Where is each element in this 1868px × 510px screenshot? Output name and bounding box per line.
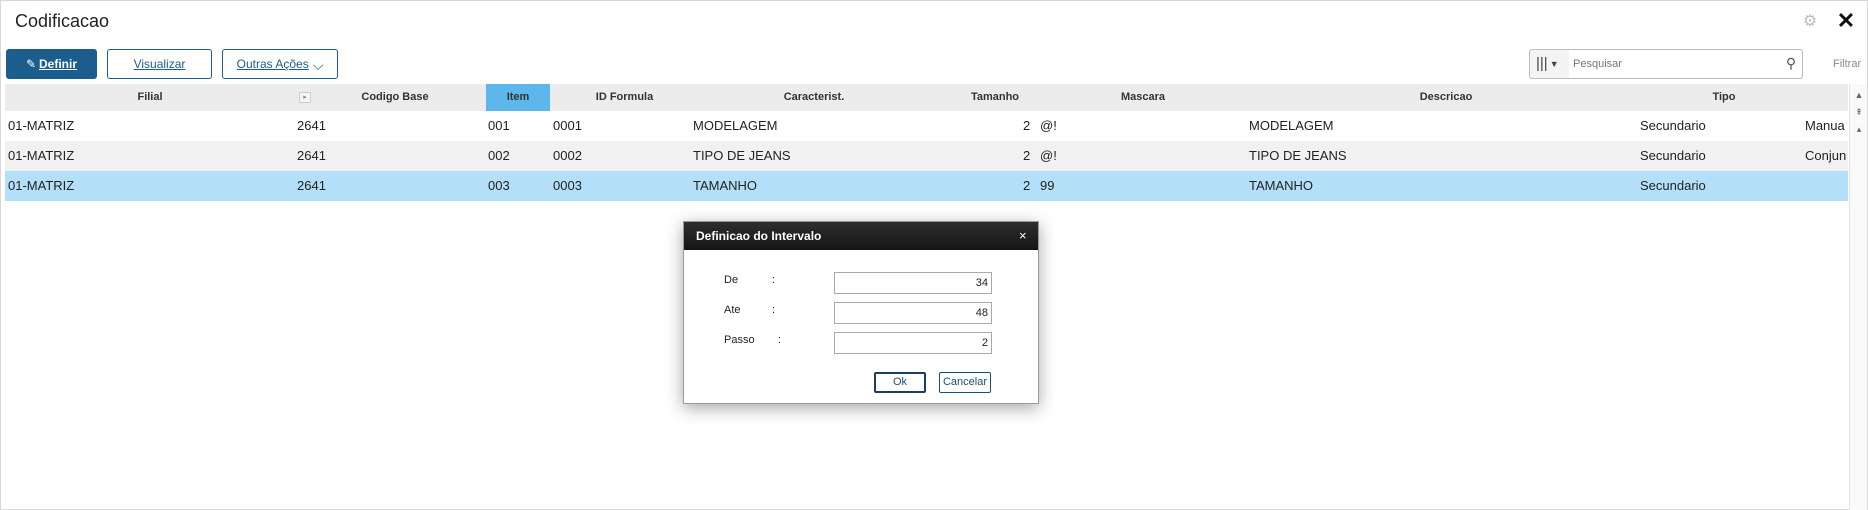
close-icon[interactable]: ✕ [1835, 10, 1857, 32]
caret-down-icon: ▼ [1549, 59, 1559, 70]
cell-extra [1805, 171, 1848, 201]
column-header-mascara[interactable]: Mascara [1058, 84, 1228, 111]
passo-field[interactable] [834, 332, 992, 354]
search-icon[interactable]: ⚲ [1782, 54, 1800, 72]
cell-tamanho: 2 [1023, 178, 1031, 193]
column-header-tamanho[interactable]: Tamanho [932, 84, 1058, 111]
field-label-passo: Passo [724, 334, 755, 346]
scroll-page-up-icon[interactable]: ⇞ [1852, 105, 1866, 119]
window-title: Codificacao [15, 11, 110, 31]
outras-acoes-label: Outras Ações [236, 57, 309, 71]
definir-label: Definir [39, 57, 78, 71]
de-field[interactable] [834, 272, 992, 294]
cell-mascara: 99 [1040, 178, 1055, 193]
column-header-filial[interactable]: Filial [5, 84, 295, 111]
search-input[interactable] [1569, 49, 1803, 79]
cell-item: 001 [488, 118, 510, 133]
cell-caracterist: MODELAGEM [693, 118, 778, 133]
cell-caracterist: TAMANHO [693, 178, 758, 193]
outras-acoes-button[interactable]: Outras Ações ⌵ [222, 49, 338, 79]
cell-tamanho: 2 [1023, 118, 1031, 133]
column-sort-indicator-icon[interactable]: ▸ [299, 92, 311, 103]
cell-item: 002 [488, 148, 510, 163]
table-row[interactable]: 01-MATRIZ 2641 001 0001 MODELAGEM 2 @! M… [5, 111, 1848, 141]
column-header-id-formula[interactable]: ID Formula [553, 84, 696, 111]
cell-extra: Manua [1805, 118, 1845, 133]
cell-item: 003 [488, 178, 510, 193]
filter-link[interactable]: Filtrar [1833, 58, 1861, 70]
field-colon: : [772, 274, 776, 286]
cell-mascara: @! [1040, 118, 1057, 133]
cell-tipo: Secundario [1640, 148, 1706, 163]
visualizar-button[interactable]: Visualizar [107, 49, 212, 79]
cell-tipo: Secundario [1640, 118, 1706, 133]
ok-button[interactable]: Ok [874, 372, 926, 393]
gear-icon[interactable]: ⚙ [1801, 13, 1819, 31]
column-header-descricao[interactable]: Descricao [1251, 84, 1641, 111]
column-header-caracterist[interactable]: Caracterist. [696, 84, 932, 111]
visualizar-label: Visualizar [133, 57, 186, 71]
field-colon: : [772, 304, 776, 316]
close-icon[interactable]: × [1019, 229, 1027, 243]
pencil-icon: ✎ [25, 57, 37, 71]
columns-icon: ||| [1536, 55, 1548, 72]
grid-header: Filial ▸ Codigo Base Item ID Formula Car… [5, 84, 1848, 111]
cell-id-formula: 0003 [553, 178, 582, 193]
cell-descricao: MODELAGEM [1249, 118, 1334, 133]
ate-field[interactable] [834, 302, 992, 324]
column-header-codigo-base[interactable]: Codigo Base [315, 84, 475, 111]
cell-tipo: Secundario [1640, 178, 1706, 193]
column-view-toggle[interactable]: ||| ▼ [1529, 49, 1569, 79]
scroll-up-icon[interactable]: ▴ [1852, 122, 1866, 136]
cell-extra: Conjun [1805, 148, 1847, 163]
dialog-title: Definicao do Intervalo [696, 229, 822, 243]
table-row-selected[interactable]: 01-MATRIZ 2641 003 0003 TAMANHO 2 99 TAM… [5, 171, 1848, 201]
cell-descricao: TIPO DE JEANS [1249, 148, 1347, 163]
field-colon: : [778, 334, 782, 346]
cell-codigo-base: 2641 [297, 178, 326, 193]
cell-filial: 01-MATRIZ [8, 148, 75, 163]
data-grid: Filial ▸ Codigo Base Item ID Formula Car… [5, 84, 1848, 201]
field-label-ate: Ate [724, 304, 741, 316]
table-row[interactable]: 01-MATRIZ 2641 002 0002 TIPO DE JEANS 2 … [5, 141, 1848, 171]
definir-button[interactable]: ✎ Definir [6, 49, 97, 79]
field-label-de: De [724, 274, 739, 286]
cancel-button[interactable]: Cancelar [939, 372, 991, 393]
cell-tamanho: 2 [1023, 148, 1031, 163]
cell-mascara: @! [1040, 148, 1057, 163]
chevron-down-icon: ⌵ [312, 56, 324, 73]
scroll-top-icon[interactable]: ▲ [1852, 88, 1866, 102]
codificacao-window: Codificacao ⚙ ✕ ✎ Definir Visualizar Outr… [0, 0, 1868, 510]
column-header-item[interactable]: Item [486, 84, 550, 111]
vertical-scrollbar[interactable]: ▲ ⇞ ▴ [1849, 84, 1867, 510]
cell-id-formula: 0001 [553, 118, 582, 133]
dialog-header: Definicao do Intervalo × [684, 222, 1038, 250]
cell-codigo-base: 2641 [297, 148, 326, 163]
cell-codigo-base: 2641 [297, 118, 326, 133]
cell-filial: 01-MATRIZ [8, 118, 75, 133]
column-header-tipo[interactable]: Tipo [1641, 84, 1807, 111]
interval-dialog: Definicao do Intervalo × De : Ate : Pass… [683, 221, 1039, 404]
cell-filial: 01-MATRIZ [8, 178, 75, 193]
cell-id-formula: 0002 [553, 148, 582, 163]
cell-caracterist: TIPO DE JEANS [693, 148, 791, 163]
cell-descricao: TAMANHO [1249, 178, 1314, 193]
